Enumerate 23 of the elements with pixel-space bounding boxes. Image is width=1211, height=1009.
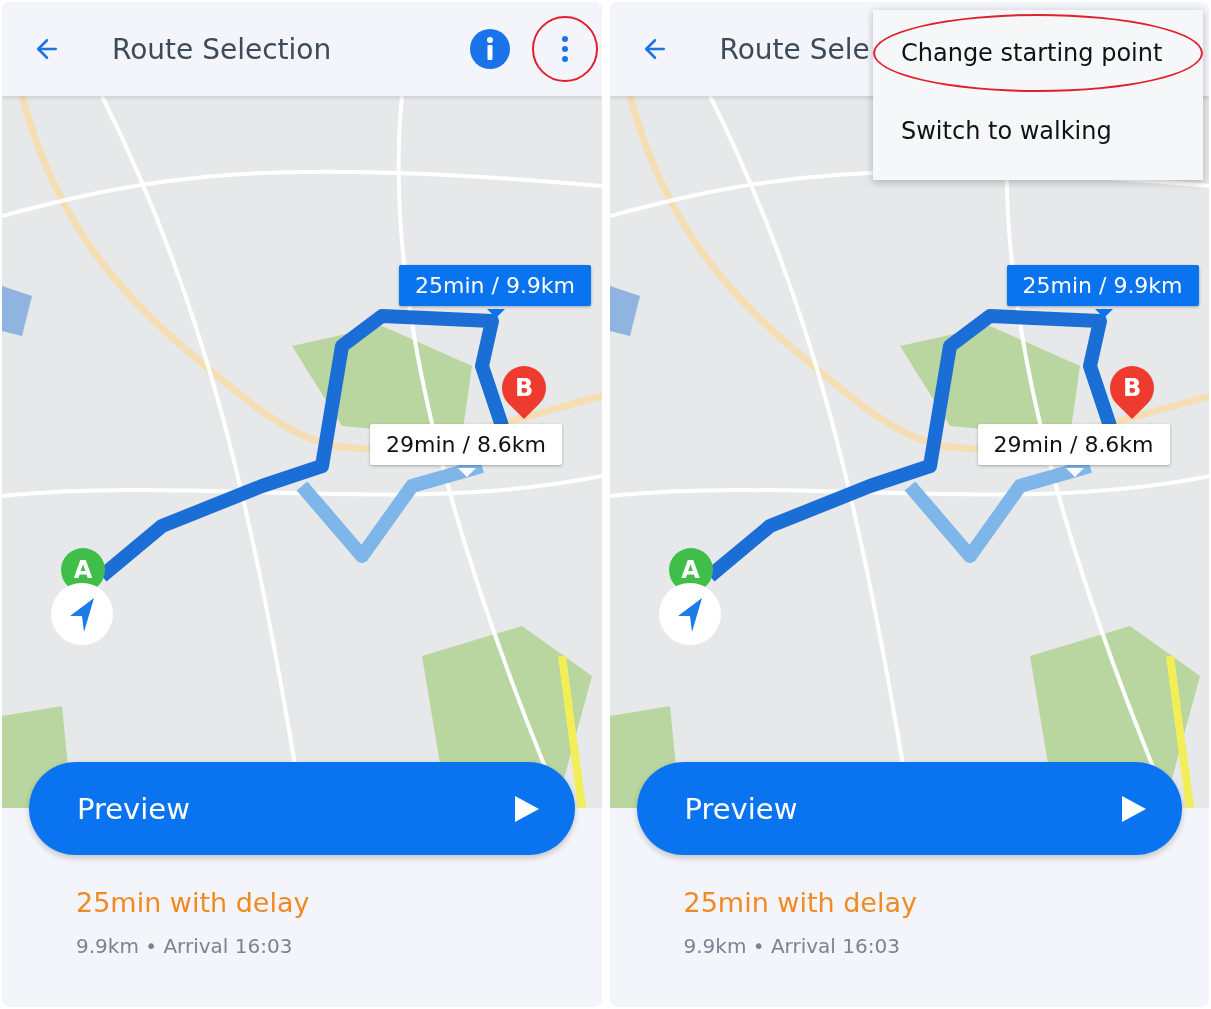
delay-text: 25min with delay: [683, 887, 918, 918]
route-callout[interactable]: 29min / 8.6km: [370, 424, 563, 465]
callout-tail: [1065, 468, 1084, 477]
route-callout[interactable]: 25min / 9.9km: [399, 265, 592, 306]
callout-tail: [487, 309, 505, 318]
callout-tail: [458, 468, 476, 477]
more-options-button[interactable]: [531, 16, 598, 82]
play-icon: [514, 795, 539, 822]
screen-title: Route Sele: [719, 32, 870, 66]
screen-title: Route Selection: [112, 32, 332, 66]
preview-button[interactable]: Preview: [29, 762, 575, 855]
menu-item[interactable]: Change starting point: [873, 14, 1203, 92]
route-callout[interactable]: 25min / 9.9km: [1006, 265, 1199, 306]
play-icon: [1122, 795, 1146, 822]
route-details: 9.9km • Arrival 16:03: [683, 934, 901, 958]
info-icon[interactable]: [467, 27, 512, 71]
callout-tail: [1094, 309, 1113, 318]
menu-item[interactable]: Switch to walking: [873, 92, 1203, 170]
route-details: 9.9km • Arrival 16:03: [76, 934, 294, 958]
delay-text: 25min with delay: [76, 887, 311, 918]
preview-button[interactable]: Preview: [636, 762, 1182, 855]
more-icon: [561, 36, 568, 62]
route-callout[interactable]: 29min / 8.6km: [977, 424, 1170, 465]
